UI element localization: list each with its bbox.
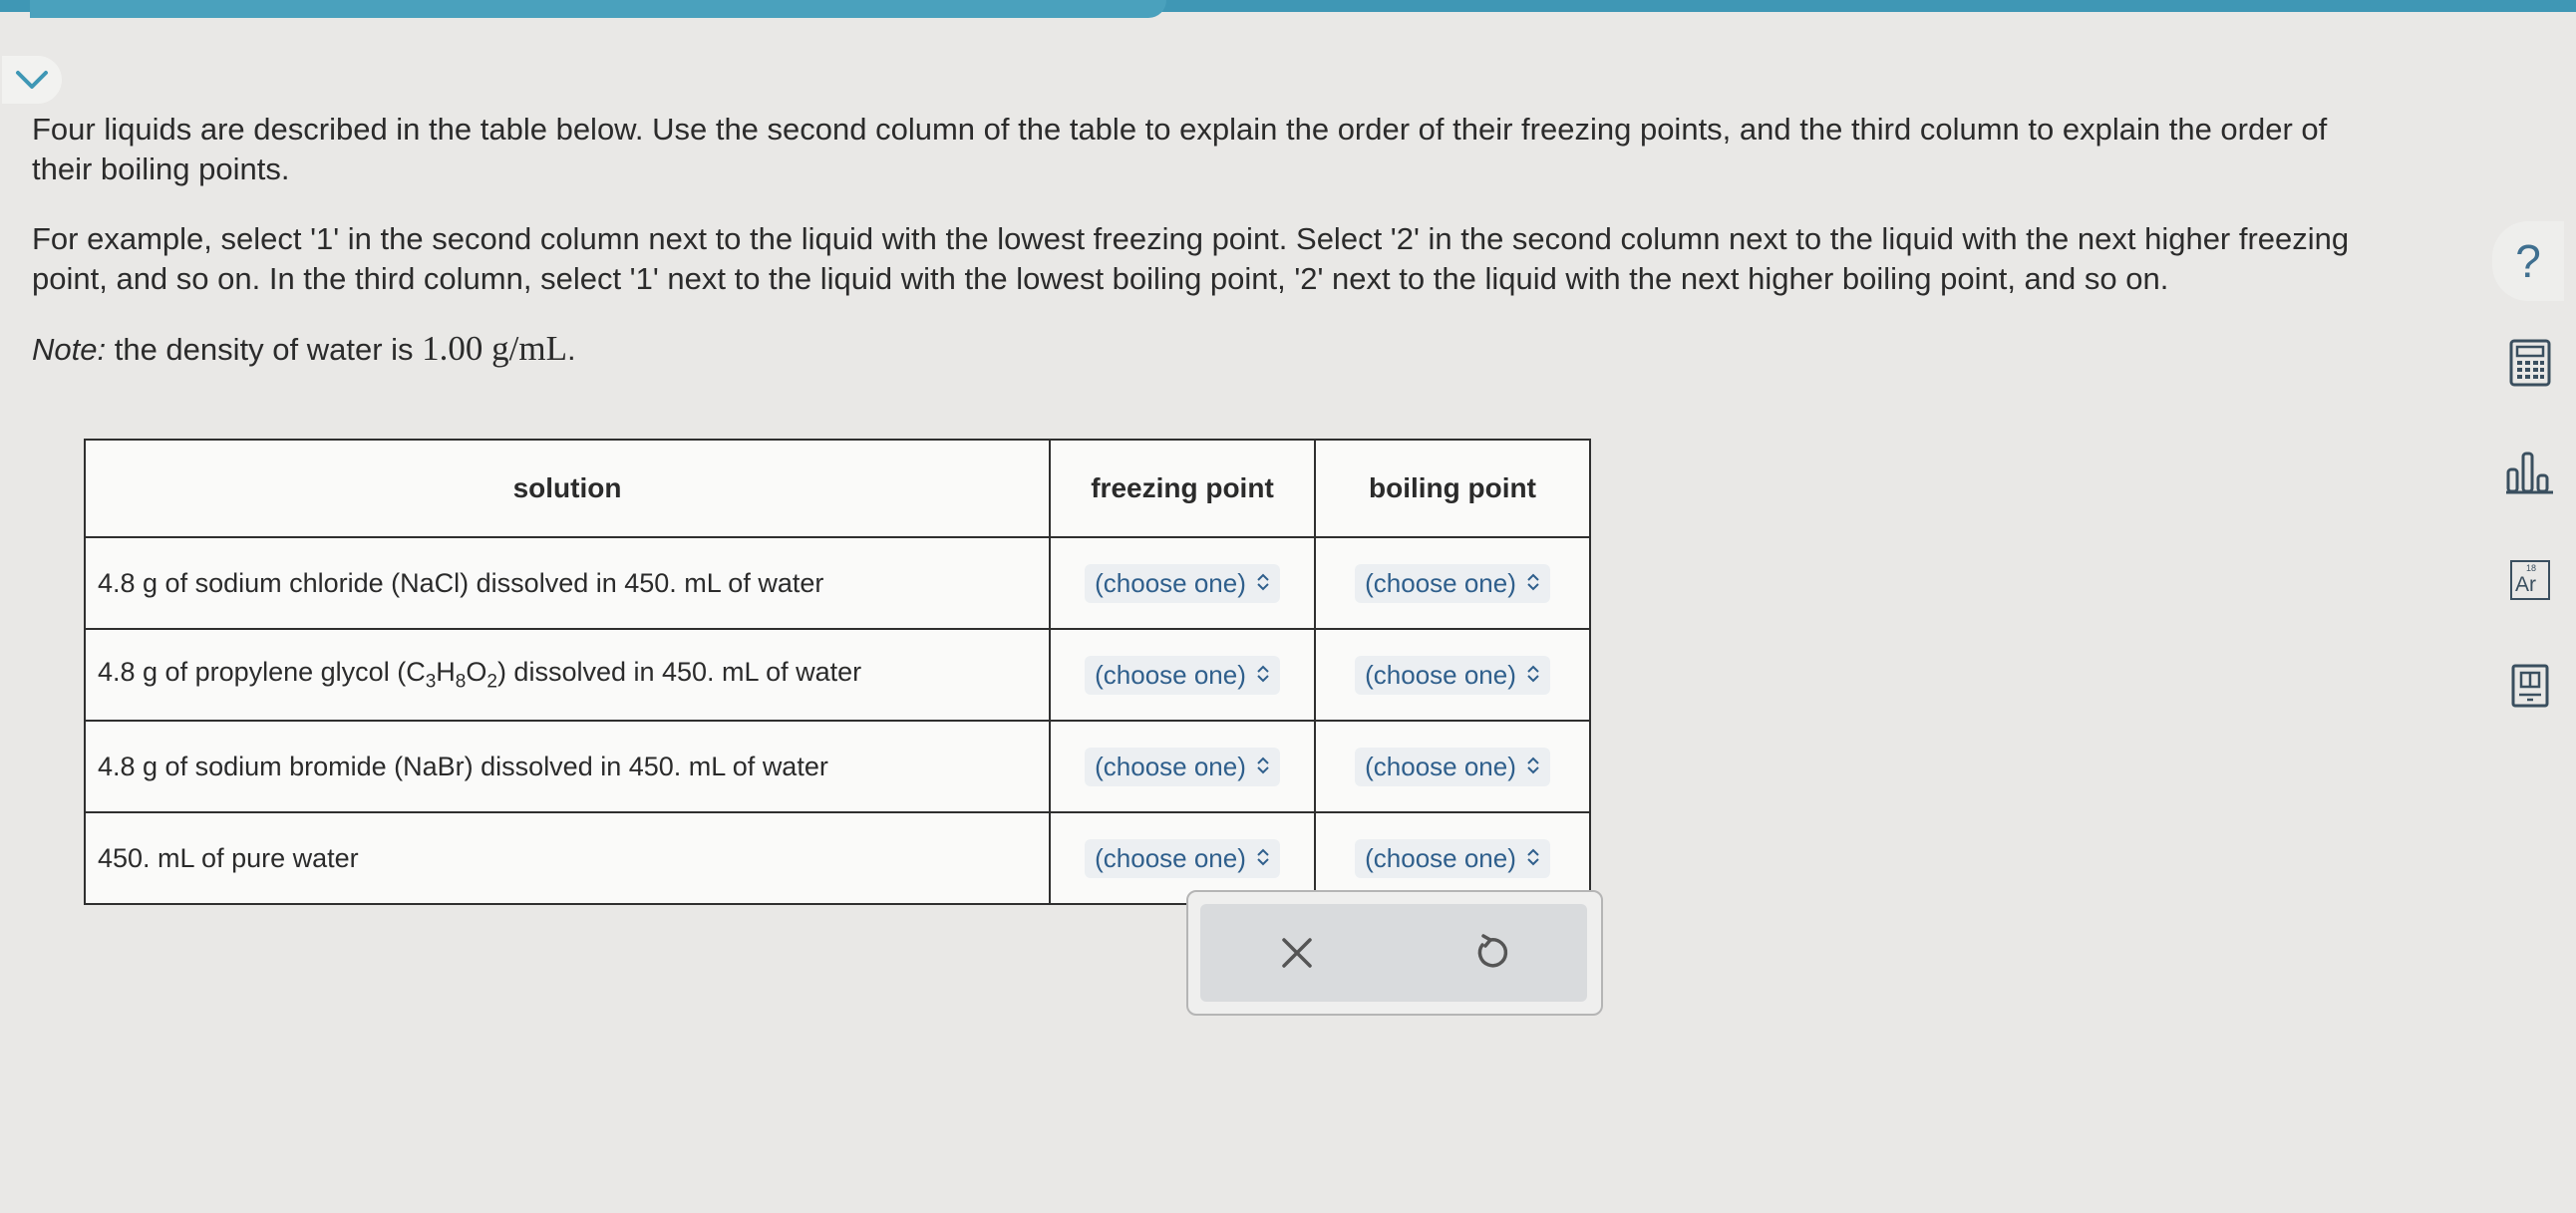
answer-actions (1186, 890, 1603, 1016)
table-row: 4.8 g of propylene glycol (C3H8O2) disso… (84, 628, 1591, 722)
liquids-table: solution freezing point boiling point 4.… (84, 439, 1591, 905)
periodic-table-symbol: Ar (2515, 573, 2536, 596)
formula-element: H (436, 656, 456, 687)
instruction-paragraph-2: For example, select '1' in the second co… (32, 221, 2350, 296)
updown-chevron-icon (1256, 756, 1270, 781)
select-label: (choose one) (1365, 659, 1516, 690)
solution-text: 450. mL of pure water (98, 842, 359, 873)
boiling-point-select[interactable]: (choose one) (1355, 563, 1550, 603)
freezing-point-cell: (choose one) (1049, 720, 1316, 813)
header-freezing-point: freezing point (1049, 439, 1316, 538)
select-label: (choose one) (1095, 842, 1246, 873)
freezing-point-cell: (choose one) (1049, 536, 1316, 630)
formula-subscript: 8 (455, 671, 467, 693)
updown-chevron-icon (1256, 847, 1270, 873)
close-icon (1282, 938, 1312, 968)
updown-chevron-icon (1526, 664, 1540, 690)
boiling-point-select[interactable]: (choose one) (1355, 838, 1550, 878)
formula-element: C (406, 656, 426, 687)
solution-text: 4.8 g of sodium bromide (NaBr) dissolved… (98, 751, 828, 781)
select-label: (choose one) (1095, 567, 1246, 598)
note-value: 1.00 g/mL (422, 329, 567, 368)
calculator-icon (2509, 339, 2551, 387)
periodic-table-button[interactable]: 18 Ar (2504, 554, 2556, 606)
boiling-point-select[interactable]: (choose one) (1355, 655, 1550, 695)
header-solution: solution (84, 439, 1051, 538)
undo-button[interactable] (1455, 918, 1525, 988)
clear-button[interactable] (1262, 918, 1332, 988)
reference-button[interactable] (2504, 660, 2556, 712)
help-button[interactable]: ? (2492, 221, 2564, 301)
formula-subscript: 2 (486, 671, 497, 693)
top-bar-tab (30, 0, 1166, 18)
solution-cell: 4.8 g of sodium bromide (NaBr) dissolved… (84, 720, 1051, 813)
solution-cell: 450. mL of pure water (84, 811, 1051, 905)
freezing-point-select[interactable]: (choose one) (1085, 747, 1280, 786)
bar-chart-icon (2506, 452, 2553, 494)
solution-cell: 4.8 g of sodium chloride (NaCl) dissolve… (84, 536, 1051, 630)
solution-text: 4.8 g of propylene glycol ( (98, 656, 407, 687)
data-chart-button[interactable] (2504, 447, 2556, 498)
freezing-point-select[interactable]: (choose one) (1085, 563, 1280, 603)
chemical-formula: C3H8O2 (406, 656, 497, 692)
select-label: (choose one) (1095, 659, 1246, 690)
formula-element: O (466, 656, 487, 687)
note-end: . (566, 332, 576, 367)
updown-chevron-icon (1256, 572, 1270, 598)
table-row: 4.8 g of sodium chloride (NaCl) dissolve… (84, 536, 1591, 630)
table-row: 4.8 g of sodium bromide (NaBr) dissolved… (84, 720, 1591, 813)
calculator-button[interactable] (2504, 337, 2556, 389)
updown-chevron-icon (1256, 664, 1270, 690)
freezing-point-select[interactable]: (choose one) (1085, 838, 1280, 878)
solution-text: 4.8 g of sodium chloride (NaCl) dissolve… (98, 567, 824, 598)
updown-chevron-icon (1526, 847, 1540, 873)
boiling-point-cell: (choose one) (1314, 536, 1591, 630)
solution-cell: 4.8 g of propylene glycol (C3H8O2) disso… (84, 628, 1051, 722)
instruction-paragraph-1: Four liquids are described in the table … (32, 112, 2328, 186)
note-text: the density of water is (106, 332, 423, 367)
undo-icon (1477, 934, 1508, 968)
solution-text-end: ) dissolved in 450. mL of water (496, 656, 862, 687)
periodic-table-icon: 18 Ar (2510, 560, 2550, 600)
density-note: Note: the density of water is 1.00 g/mL. (32, 329, 2405, 370)
select-label: (choose one) (1095, 751, 1246, 781)
help-icon: ? (2515, 235, 2541, 287)
answer-actions-inner (1200, 904, 1587, 1002)
header-boiling-point: boiling point (1314, 439, 1591, 538)
select-label: (choose one) (1365, 751, 1516, 781)
updown-chevron-icon (1526, 572, 1540, 598)
boiling-point-cell: (choose one) (1314, 628, 1591, 722)
updown-chevron-icon (1526, 756, 1540, 781)
question-content: Four liquids are described in the table … (32, 28, 2405, 370)
formula-subscript: 3 (425, 671, 437, 693)
boiling-point-select[interactable]: (choose one) (1355, 747, 1550, 786)
freezing-point-select[interactable]: (choose one) (1085, 655, 1280, 695)
book-icon (2511, 664, 2549, 708)
boiling-point-cell: (choose one) (1314, 720, 1591, 813)
note-label: Note: (32, 332, 107, 367)
freezing-point-cell: (choose one) (1049, 628, 1316, 722)
select-label: (choose one) (1365, 567, 1516, 598)
select-label: (choose one) (1365, 842, 1516, 873)
